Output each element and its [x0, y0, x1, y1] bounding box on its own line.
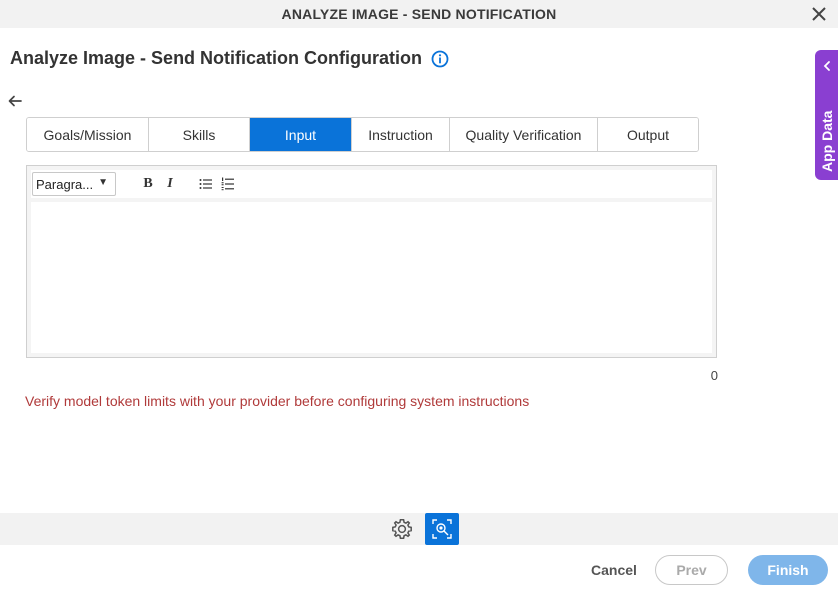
numbered-list-icon — [221, 177, 234, 191]
app-data-label: App Data — [819, 110, 835, 172]
tab-skills[interactable]: Skills — [149, 118, 250, 151]
app-data-panel-toggle[interactable]: App Data — [815, 50, 838, 180]
window-titlebar: ANALYZE IMAGE - SEND NOTIFICATION — [0, 0, 838, 28]
format-select-value: Paragra... — [36, 176, 94, 192]
bold-button[interactable]: B — [137, 173, 159, 195]
prev-button[interactable]: Prev — [655, 555, 728, 585]
page-title-row: Analyze Image - Send Notification Config… — [10, 48, 449, 69]
close-icon[interactable] — [808, 3, 830, 25]
tab-goals-mission[interactable]: Goals/Mission — [27, 118, 149, 151]
bullet-list-icon — [199, 179, 212, 189]
character-count: 0 — [710, 368, 718, 383]
tab-quality-verification[interactable]: Quality Verification — [450, 118, 598, 151]
chevron-left-icon — [823, 61, 830, 71]
cancel-button[interactable]: Cancel — [591, 562, 637, 578]
editor-toolbar: Paragra... ▼ B I — [31, 170, 712, 198]
tab-input[interactable]: Input — [250, 118, 352, 151]
back-arrow-icon[interactable] — [6, 92, 24, 110]
window-title: ANALYZE IMAGE - SEND NOTIFICATION — [281, 6, 557, 22]
bullet-list-button[interactable] — [195, 173, 217, 195]
italic-button[interactable]: I — [159, 173, 181, 195]
info-icon[interactable] — [431, 50, 449, 68]
tab-output[interactable]: Output — [598, 118, 698, 151]
page-title: Analyze Image - Send Notification Config… — [10, 48, 423, 68]
format-select[interactable]: Paragra... ▼ — [32, 172, 116, 196]
analyze-image-icon — [432, 519, 452, 539]
config-tabs: Goals/Mission Skills Input Instruction Q… — [26, 117, 699, 152]
numbered-list-button[interactable] — [217, 173, 239, 195]
token-limit-warning: Verify model token limits with your prov… — [25, 393, 530, 409]
rich-text-editor: Paragra... ▼ B I — [26, 165, 717, 358]
analyze-image-button[interactable] — [425, 513, 459, 545]
bottom-toolbar — [0, 513, 838, 545]
caret-down-icon: ▼ — [98, 177, 108, 188]
editor-content-area[interactable] — [31, 202, 712, 353]
finish-button[interactable]: Finish — [748, 555, 828, 585]
gear-icon[interactable] — [390, 517, 414, 541]
tab-instruction[interactable]: Instruction — [352, 118, 450, 151]
